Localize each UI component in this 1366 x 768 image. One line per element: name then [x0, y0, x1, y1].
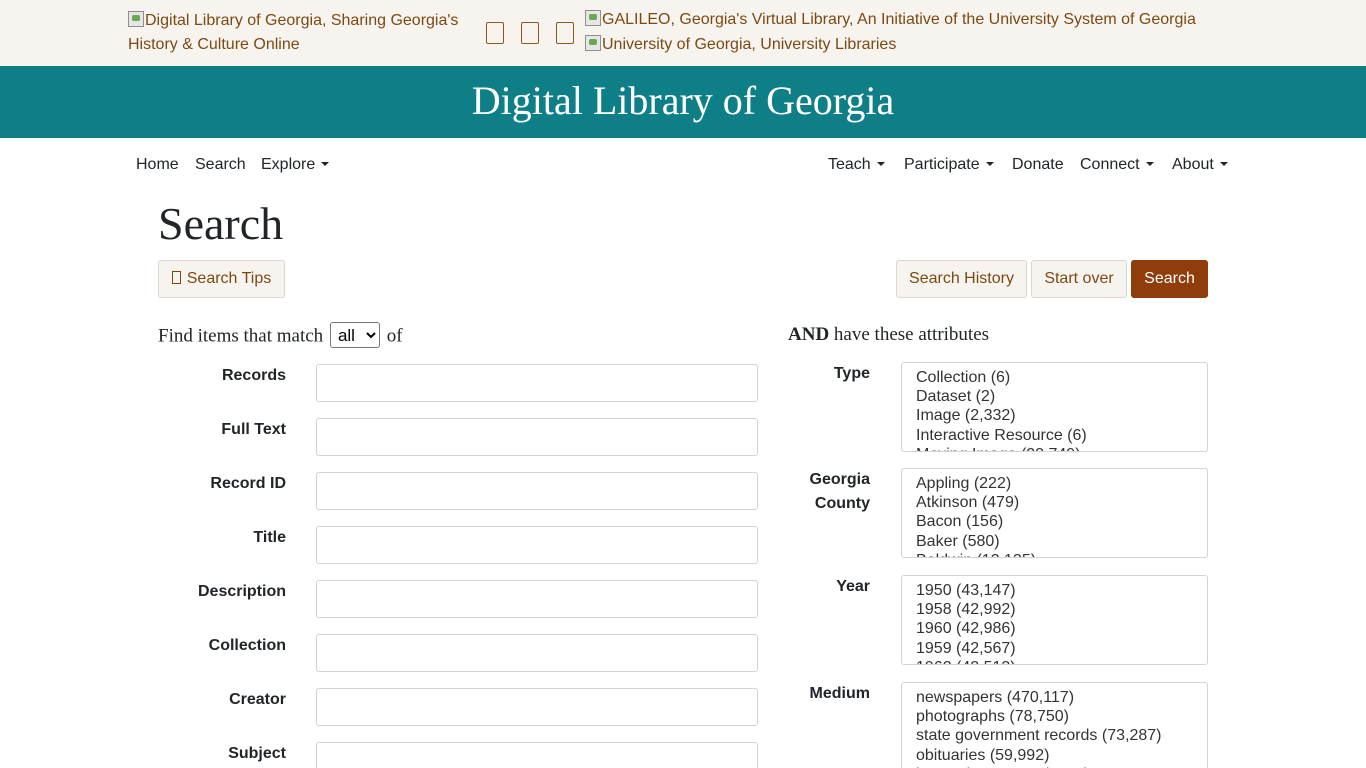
- instagram-icon[interactable]: [556, 22, 574, 44]
- dlg-logo-link[interactable]: Digital Library of Georgia, Sharing Geor…: [128, 9, 468, 57]
- nav-connect-label: Connect: [1080, 156, 1140, 173]
- type-facet-select[interactable]: Collection (6) Dataset (2) Image (2,332) In…: [901, 362, 1208, 452]
- site-title-link[interactable]: Digital Library of Georgia: [0, 68, 1366, 134]
- search-history-button[interactable]: Search History: [896, 260, 1027, 298]
- match-operator-select[interactable]: all: [329, 322, 380, 348]
- broken-image-icon: [128, 11, 144, 27]
- info-icon: [171, 271, 181, 284]
- top-logo-bar: Digital Library of Georgia, Sharing Geor…: [0, 0, 1366, 66]
- caret-down-icon: [321, 162, 330, 166]
- facet-option[interactable]: newspapers (470,117): [916, 688, 1207, 707]
- facet-option[interactable]: Image (2,332): [916, 406, 1207, 425]
- georgia-county-facet-label: Georgia County: [750, 468, 870, 516]
- caret-down-icon: [985, 162, 994, 166]
- site-title-banner: Digital Library of Georgia: [0, 66, 1366, 138]
- match-suffix: of: [386, 325, 403, 347]
- subject-label: Subject: [228, 745, 286, 762]
- medium-facet-select[interactable]: newspapers (470,117) photographs (78,750)…: [901, 682, 1208, 768]
- facet-option[interactable]: Collection (6): [916, 368, 1207, 387]
- attributes-heading-and: AND: [788, 324, 830, 345]
- georgia-county-facet-label-line: Georgia: [809, 471, 870, 488]
- medium-facet-label: Medium: [750, 682, 870, 706]
- caret-down-icon: [876, 162, 885, 166]
- galileo-logo-alt-text: GALILEO, Georgia's Virtual Library, An I…: [602, 11, 1196, 28]
- medium-facet-label-line: Medium: [809, 685, 870, 702]
- facebook-icon[interactable]: [486, 22, 504, 44]
- facet-option[interactable]: state government records (73,287): [916, 726, 1207, 745]
- facet-option[interactable]: Baker (580): [916, 532, 1207, 551]
- nav-teach-dropdown[interactable]: Teach: [828, 155, 885, 175]
- facet-option[interactable]: Appling (222): [916, 474, 1207, 493]
- type-facet-label-line: Type: [833, 365, 870, 382]
- facet-option[interactable]: obituaries (59,992): [916, 746, 1207, 765]
- facet-option[interactable]: Dataset (2): [916, 387, 1207, 406]
- start-over-button[interactable]: Start over: [1031, 260, 1127, 298]
- nav-donate[interactable]: Donate: [1012, 155, 1064, 175]
- search-tips-button[interactable]: Search Tips: [158, 260, 285, 298]
- year-facet-select[interactable]: 1950 (43,147) 1958 (42,992) 1960 (42,986) 1…: [901, 575, 1208, 665]
- site-title: Digital Library of Georgia: [471, 78, 895, 123]
- attributes-heading-text: have these attributes: [833, 324, 990, 345]
- nav-teach-label: Teach: [828, 156, 871, 173]
- creator-label: Creator: [229, 691, 286, 708]
- year-facet-label: Year: [750, 575, 870, 599]
- match-selector-row: Find items that match all of: [158, 322, 403, 350]
- title-label: Title: [253, 529, 286, 546]
- attributes-heading: AND have these attributes: [788, 322, 989, 348]
- collection-label: Collection: [208, 637, 286, 654]
- facet-option[interactable]: Atkinson (479): [916, 493, 1207, 512]
- georgia-county-facet-select[interactable]: Appling (222) Atkinson (479) Bacon (156) Ba…: [901, 468, 1208, 558]
- records-label: Records: [221, 367, 286, 384]
- facet-option[interactable]: 1960 (42,986): [916, 619, 1207, 638]
- nav-about-dropdown[interactable]: About: [1172, 155, 1228, 175]
- facet-option[interactable]: 1958 (42,992): [916, 600, 1207, 619]
- full-text-label: Full Text: [221, 421, 286, 438]
- nav-about-label: About: [1172, 156, 1214, 173]
- uga-logo-link[interactable]: University of Georgia, University Librar…: [585, 33, 896, 57]
- galileo-logo-link[interactable]: GALILEO, Georgia's Virtual Library, An I…: [585, 8, 1196, 32]
- dlg-logo-alt-text: Digital Library of Georgia, Sharing Geor…: [128, 12, 459, 53]
- search-tips-label: Search Tips: [186, 270, 272, 287]
- nav-connect-dropdown[interactable]: Connect: [1080, 155, 1154, 175]
- facet-option[interactable]: Bacon (156): [916, 512, 1207, 531]
- record-id-input[interactable]: [316, 472, 758, 510]
- title-input[interactable]: [316, 526, 758, 564]
- search-button[interactable]: Search: [1131, 260, 1208, 298]
- records-input[interactable]: [316, 364, 758, 402]
- facet-option[interactable]: photographs (78,750): [916, 707, 1207, 726]
- nav-explore-dropdown[interactable]: Explore: [261, 155, 330, 175]
- facet-option[interactable]: 1959 (42,567): [916, 639, 1207, 658]
- match-prefix: Find items that match: [158, 325, 324, 347]
- subject-input[interactable]: [316, 742, 758, 768]
- caret-down-icon: [1219, 162, 1228, 166]
- description-input[interactable]: [316, 580, 758, 618]
- caret-down-icon: [1145, 162, 1154, 166]
- page-title: Search: [158, 198, 284, 249]
- nav-participate-dropdown[interactable]: Participate: [904, 155, 994, 175]
- creator-input[interactable]: [316, 688, 758, 726]
- facet-option[interactable]: 1950 (43,147): [916, 581, 1207, 600]
- uga-logo-alt-text: University of Georgia, University Librar…: [602, 36, 897, 53]
- description-label: Description: [197, 583, 286, 600]
- nav-search[interactable]: Search: [195, 155, 246, 175]
- georgia-county-facet-label-line: County: [814, 495, 870, 512]
- facet-option[interactable]: 1962 (42,513): [916, 658, 1207, 664]
- facet-option[interactable]: Interactive Resource (6): [916, 426, 1207, 445]
- collection-input[interactable]: [316, 634, 758, 672]
- facet-option[interactable]: Baldwin (13,135): [916, 551, 1207, 557]
- full-text-input[interactable]: [316, 418, 758, 456]
- broken-image-icon: [585, 35, 601, 51]
- nav-explore-label: Explore: [261, 156, 316, 173]
- type-facet-label: Type: [750, 362, 870, 386]
- broken-image-icon: [585, 10, 601, 26]
- year-facet-label-line: Year: [836, 578, 870, 595]
- twitter-icon[interactable]: [521, 22, 539, 44]
- nav-home[interactable]: Home: [136, 155, 179, 175]
- facet-option[interactable]: Moving Image (22,749): [916, 445, 1207, 451]
- record-id-label: Record ID: [210, 475, 286, 492]
- nav-participate-label: Participate: [904, 156, 980, 173]
